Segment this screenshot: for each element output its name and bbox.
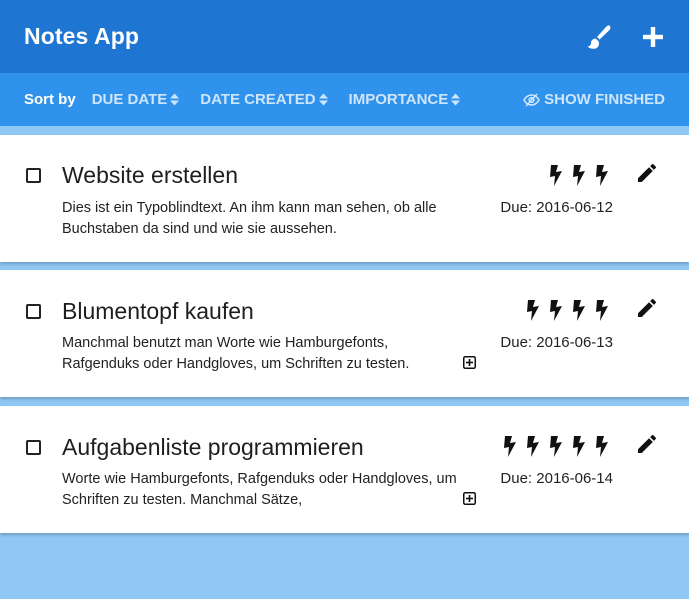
note-due-date: Due: 2016-06-12 — [500, 199, 613, 216]
app-header: Notes App — [0, 0, 689, 73]
paintbrush-icon — [587, 24, 611, 49]
expand-icon[interactable] — [463, 356, 476, 369]
note-description: Dies ist ein Typoblindtext. An ihm kann … — [62, 200, 437, 237]
lightning-bolt-icon — [573, 436, 585, 457]
importance-rating — [526, 300, 609, 321]
show-finished-label: SHOW FINISHED — [544, 91, 665, 108]
pencil-icon[interactable] — [635, 432, 659, 456]
pencil-icon[interactable] — [635, 296, 659, 320]
note-title: Website erstellen — [62, 162, 238, 188]
lightning-bolt-icon — [596, 165, 608, 186]
lightning-bolt-icon — [596, 300, 608, 321]
sort-date-created-label: DATE CREATED — [200, 91, 316, 108]
sort-importance-label: IMPORTANCE — [348, 91, 449, 108]
note-checkbox[interactable] — [26, 440, 41, 455]
note-card: Aufgabenliste programmieren Worte wie Ha… — [0, 406, 689, 533]
theme-button[interactable] — [585, 23, 613, 51]
lightning-bolt-icon — [573, 300, 585, 321]
note-due-date: Due: 2016-06-13 — [500, 334, 613, 351]
note-card: Blumentopf kaufen Manchmal benutzt man W… — [0, 270, 689, 397]
pencil-icon[interactable] — [635, 161, 659, 185]
show-finished-toggle[interactable]: SHOW FINISHED — [523, 91, 665, 108]
importance-rating — [549, 165, 609, 186]
lightning-bolt-icon — [573, 165, 585, 186]
sort-arrows-icon — [318, 93, 328, 106]
note-checkbox[interactable] — [26, 168, 41, 183]
app-title: Notes App — [24, 23, 140, 49]
sort-date-created[interactable]: DATE CREATED — [200, 91, 328, 108]
sort-arrows-icon — [451, 93, 461, 106]
note-title: Aufgabenliste programmieren — [62, 434, 364, 460]
lightning-bolt-icon — [596, 436, 608, 457]
lightning-bolt-icon — [550, 300, 562, 321]
eye-slash-icon — [523, 92, 541, 107]
header-actions — [585, 23, 667, 51]
lightning-bolt-icon — [527, 436, 539, 457]
sort-by-label: Sort by — [24, 91, 76, 108]
note-description: Worte wie Hamburgefonts, Rafgenduks oder… — [62, 471, 457, 508]
lightning-bolt-icon — [550, 436, 562, 457]
note-card: Website erstellen Dies ist ein Typoblind… — [0, 135, 689, 262]
note-description: Manchmal benutzt man Worte wie Hamburgef… — [62, 335, 410, 372]
sort-bar: Sort by DUE DATE DATE CREATED IMPORTANCE — [0, 73, 689, 126]
expand-icon[interactable] — [463, 492, 476, 505]
importance-rating — [503, 436, 609, 457]
lightning-bolt-icon — [527, 300, 539, 321]
plus-icon — [643, 26, 663, 47]
note-due-date: Due: 2016-06-14 — [500, 470, 613, 487]
sort-importance[interactable]: IMPORTANCE — [349, 91, 461, 108]
add-note-button[interactable] — [639, 23, 667, 51]
sort-due-date[interactable]: DUE DATE — [92, 91, 180, 108]
sort-due-date-label: DUE DATE — [91, 91, 168, 108]
note-title: Blumentopf kaufen — [62, 298, 254, 324]
sort-arrows-icon — [170, 93, 180, 106]
lightning-bolt-icon — [550, 165, 562, 186]
note-checkbox[interactable] — [26, 304, 41, 319]
lightning-bolt-icon — [504, 436, 516, 457]
